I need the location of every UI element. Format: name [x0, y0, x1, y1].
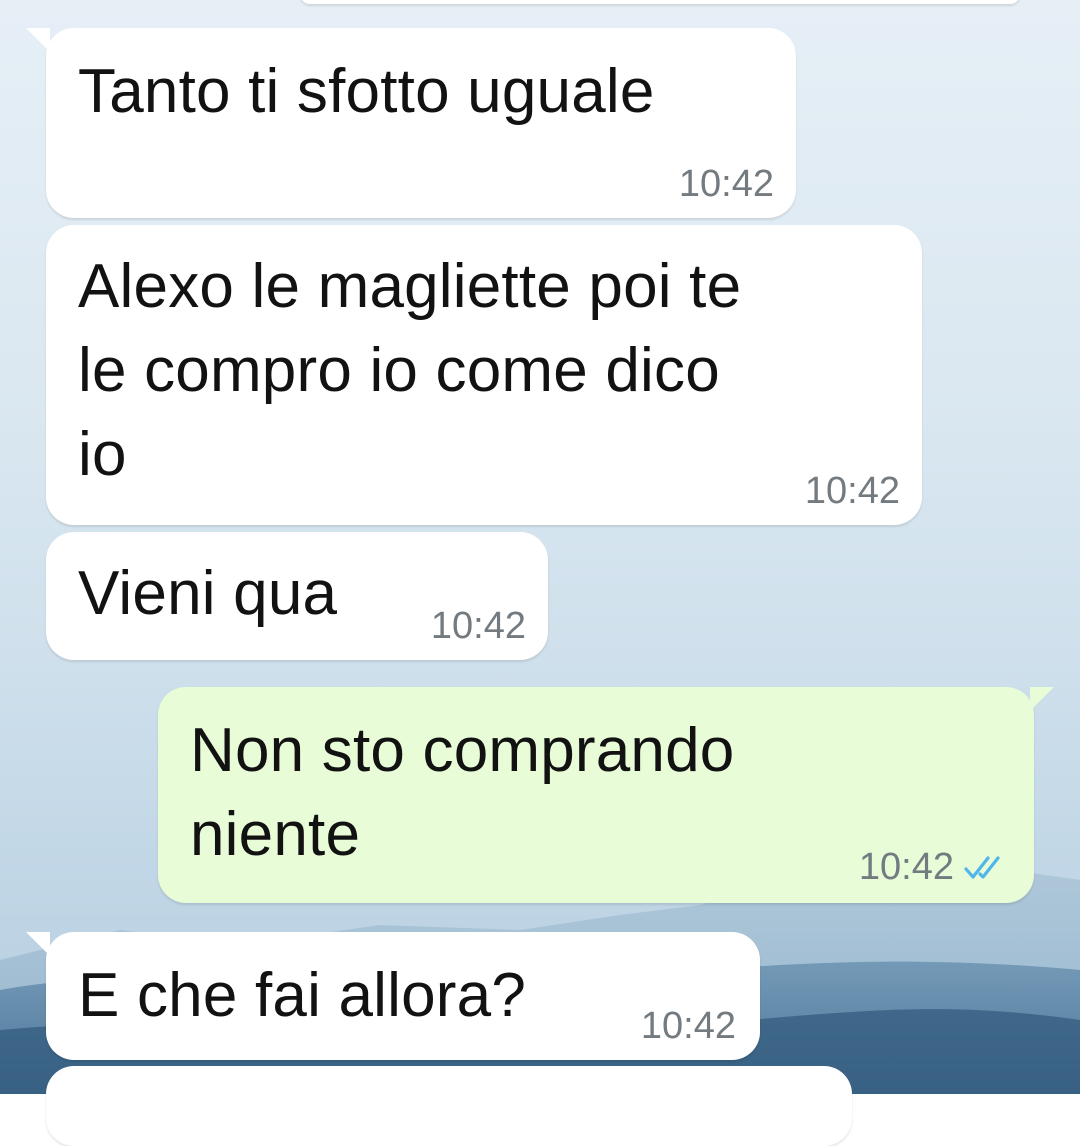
double-check-read-icon: [964, 856, 1000, 879]
previous-message-edge: [300, 0, 1020, 4]
bubble-tail: [26, 28, 50, 52]
message-text: E che fai allora?: [78, 961, 526, 1030]
message-text: Non sto comprando niente: [190, 716, 735, 869]
message-time: 10:42: [804, 470, 900, 512]
message-bubble-incoming[interactable]: Vieni qua 10:42: [46, 532, 548, 660]
next-message-bubble-partial[interactable]: [46, 1066, 852, 1146]
message-text: Tanto ti sfotto uguale: [78, 57, 655, 126]
message-text: Vieni qua: [78, 559, 338, 628]
message-bubble-incoming[interactable]: Alexo le magliette poi te le compro io c…: [46, 225, 922, 525]
message-bubble-outgoing[interactable]: Non sto comprando niente 10:42: [158, 687, 1054, 903]
message-time: 10:42: [858, 846, 954, 888]
bubble-tail: [1030, 687, 1054, 711]
message-time: 10:42: [430, 605, 526, 647]
message-meta: 10:42: [679, 162, 774, 206]
message-bubble-incoming[interactable]: E che fai allora? 10:42: [26, 932, 760, 1060]
message-meta: 10:42: [805, 469, 900, 513]
message-meta: 10:42: [431, 604, 526, 648]
message-time: 10:42: [678, 163, 774, 205]
bubble-tail: [26, 932, 50, 956]
message-text: Alexo le magliette poi te le compro io c…: [78, 252, 742, 489]
message-time: 10:42: [640, 1005, 736, 1047]
message-bubble-incoming[interactable]: Tanto ti sfotto uguale 10:42: [26, 28, 796, 218]
message-meta: 10:42: [859, 845, 1008, 889]
message-meta: 10:42: [641, 1004, 736, 1048]
